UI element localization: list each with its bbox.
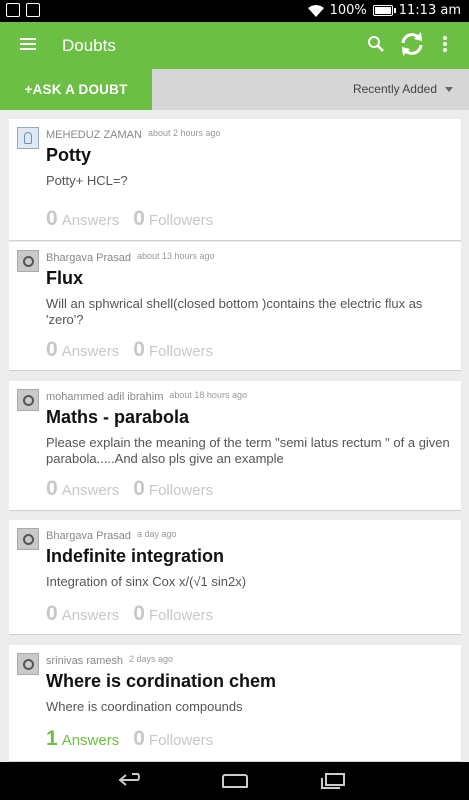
doubt-body: Integration of sinx Cox x/(√1 sin2x) — [46, 574, 247, 589]
recent-apps-icon[interactable] — [320, 773, 346, 789]
followers-label: Followers — [148, 607, 214, 624]
doubts-list: MEHEDUZ ZAMAN about 2 hours ago Potty Pot… — [0, 110, 469, 762]
followers-count[interactable]: 0 Followers — [133, 207, 213, 231]
avatar[interactable] — [17, 528, 39, 550]
followers-number: 0 — [133, 338, 145, 361]
image-notification-icon — [26, 3, 40, 17]
answers-number: 0 — [46, 207, 58, 230]
doubt-title[interactable]: Potty — [46, 145, 91, 166]
followers-count[interactable]: 0 Followers — [133, 477, 213, 501]
clock: 11:13 am — [399, 3, 461, 18]
dropdown-caret-icon — [445, 86, 453, 92]
system-nav-bar — [0, 762, 469, 800]
followers-number: 0 — [133, 602, 145, 625]
battery-percent: 100% — [329, 3, 367, 18]
answers-count[interactable]: 0 Answers — [46, 602, 119, 626]
followers-number: 0 — [133, 727, 145, 750]
post-time: a day ago — [137, 529, 177, 539]
answers-label: Answers — [61, 482, 120, 499]
answers-count[interactable]: 0 Answers — [46, 207, 119, 231]
doubt-title[interactable]: Flux — [46, 268, 83, 289]
more-vert-icon[interactable] — [440, 36, 450, 54]
author-meta: Bhargava Prasad a day ago — [46, 529, 177, 542]
answers-label: Answers — [61, 732, 120, 749]
answers-count[interactable]: 0 Answers — [46, 338, 119, 362]
answers-number: 1 — [46, 727, 58, 750]
answers-number: 0 — [46, 338, 58, 361]
author-name[interactable]: mohammed adil ibrahim — [46, 391, 163, 403]
post-time: about 2 hours ago — [147, 128, 221, 138]
followers-number: 0 — [133, 477, 145, 500]
doubt-card[interactable]: mohammed adil ibrahim about 18 hours ago … — [9, 381, 461, 511]
battery-icon — [372, 5, 396, 16]
post-time: about 18 hours ago — [169, 390, 247, 400]
post-time: 2 days ago — [129, 654, 174, 664]
doubt-body: Please explain the meaning of the term "… — [46, 435, 450, 466]
avatar[interactable] — [17, 389, 39, 411]
author-meta: MEHEDUZ ZAMAN about 2 hours ago — [46, 128, 221, 141]
doubt-card[interactable]: srinivas ramesh 2 days ago Where is cordi… — [9, 645, 461, 762]
followers-label: Followers — [148, 732, 214, 749]
answers-count[interactable]: 0 Answers — [46, 477, 119, 501]
followers-count[interactable]: 0 Followers — [133, 338, 213, 362]
doubt-stats: 0 Answers 0 Followers — [46, 602, 213, 626]
author-name[interactable]: MEHEDUZ ZAMAN — [46, 129, 142, 141]
doubt-body: Potty+ HCL=? — [46, 173, 128, 188]
followers-number: 0 — [133, 207, 145, 230]
followers-count[interactable]: 0 Followers — [133, 602, 213, 626]
clock-ampm: am — [440, 3, 461, 18]
doubt-stats: 0 Answers 0 Followers — [46, 207, 213, 231]
refresh-icon[interactable] — [398, 30, 426, 58]
clock-time: 11:13 — [398, 3, 437, 18]
answers-label: Answers — [61, 212, 120, 229]
app-bar: Doubts — [0, 22, 469, 69]
usb-icon — [6, 3, 20, 17]
doubt-title[interactable]: Where is cordination chem — [46, 671, 276, 692]
doubt-stats: 0 Answers 0 Followers — [46, 338, 213, 362]
doubt-card[interactable]: Bhargava Prasad a day ago Indefinite inte… — [9, 520, 461, 635]
author-name[interactable]: srinivas ramesh — [46, 655, 123, 667]
doubt-card[interactable]: Bhargava Prasad about 13 hours ago Flux W… — [9, 242, 461, 371]
back-icon[interactable] — [118, 772, 146, 788]
action-row: +ASK A DOUBT Recently Added — [0, 69, 469, 110]
home-icon[interactable] — [222, 774, 248, 788]
author-meta: Bhargava Prasad about 13 hours ago — [46, 251, 215, 264]
doubt-stats: 1 Answers 0 Followers — [46, 727, 213, 751]
answers-number: 0 — [46, 602, 58, 625]
menu-icon[interactable] — [20, 38, 36, 50]
wifi-icon — [307, 4, 324, 17]
followers-label: Followers — [148, 482, 214, 499]
answers-label: Answers — [61, 607, 120, 624]
followers-label: Followers — [148, 212, 214, 229]
author-name[interactable]: Bhargava Prasad — [46, 252, 131, 264]
doubt-body: Where is coordination compounds — [46, 699, 243, 714]
status-bar: 100% 11:13 am — [0, 0, 469, 22]
sort-label: Recently Added — [352, 82, 437, 96]
followers-count[interactable]: 0 Followers — [133, 727, 213, 751]
author-meta: srinivas ramesh 2 days ago — [46, 654, 173, 667]
answers-number: 0 — [46, 477, 58, 500]
doubt-title[interactable]: Indefinite integration — [46, 546, 224, 567]
doubt-title[interactable]: Maths - parabola — [46, 407, 189, 428]
post-time: about 13 hours ago — [137, 251, 215, 261]
author-name[interactable]: Bhargava Prasad — [46, 530, 131, 542]
answers-label: Answers — [61, 343, 120, 360]
page-title: Doubts — [62, 36, 116, 55]
doubt-card[interactable]: MEHEDUZ ZAMAN about 2 hours ago Potty Pot… — [9, 119, 461, 241]
avatar[interactable] — [17, 127, 39, 149]
avatar[interactable] — [17, 653, 39, 675]
sort-dropdown[interactable]: Recently Added — [353, 82, 453, 96]
author-meta: mohammed adil ibrahim about 18 hours ago — [46, 390, 247, 403]
doubt-stats: 0 Answers 0 Followers — [46, 477, 213, 501]
answers-count[interactable]: 1 Answers — [46, 727, 119, 751]
doubt-body: Will an sphwrical shell(closed bottom )c… — [46, 296, 423, 327]
ask-doubt-button[interactable]: +ASK A DOUBT — [0, 69, 152, 110]
avatar[interactable] — [17, 250, 39, 272]
search-icon[interactable] — [366, 34, 386, 54]
followers-label: Followers — [148, 343, 214, 360]
